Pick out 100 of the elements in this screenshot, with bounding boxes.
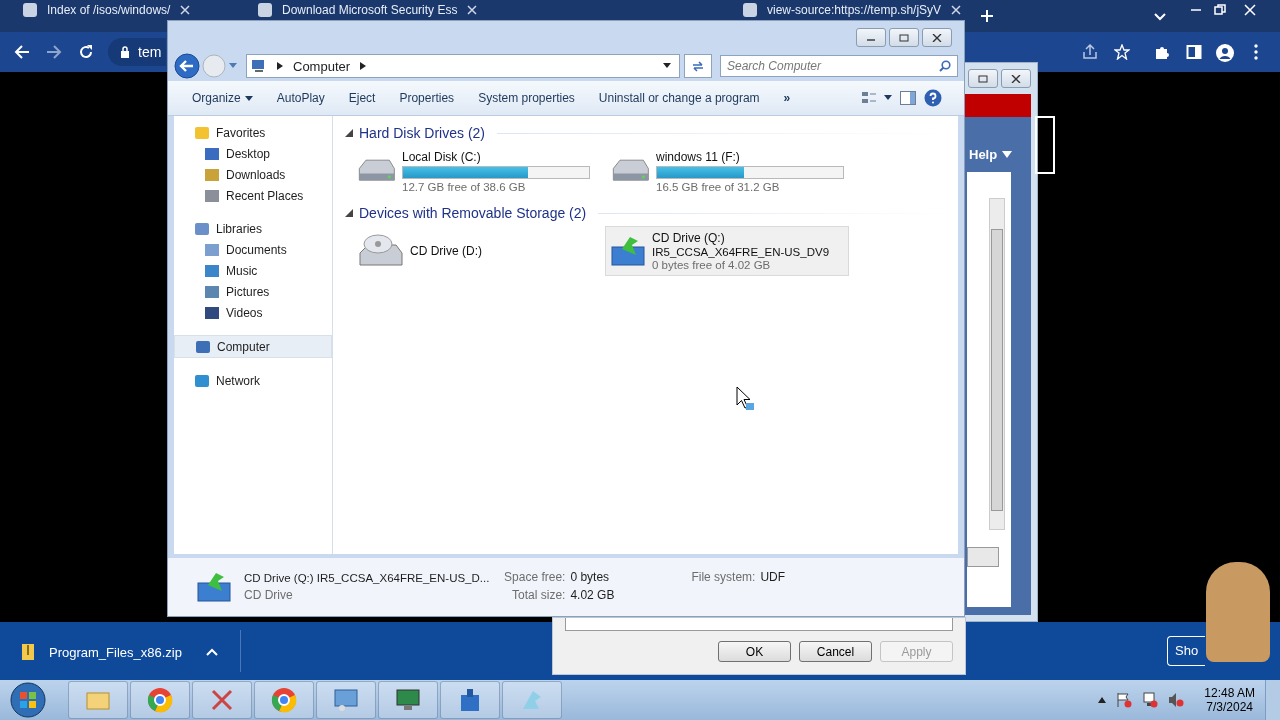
nav-item[interactable]: Desktop xyxy=(174,143,332,164)
nav-item[interactable]: Pictures xyxy=(174,281,332,302)
nav-item[interactable]: Computer xyxy=(174,335,332,358)
building-icon[interactable] xyxy=(440,681,500,719)
nav-item[interactable]: Favorites xyxy=(174,122,332,143)
more-commands-button[interactable]: » xyxy=(775,87,799,109)
network-icon[interactable] xyxy=(1142,692,1159,708)
speaker-icon[interactable] xyxy=(1168,692,1185,708)
browser-tab[interactable]: view-source:https://temp.sh/jSyV xyxy=(767,3,942,17)
show-hidden-icons-icon[interactable] xyxy=(1098,697,1107,703)
drive-tile[interactable]: CD Drive (Q:) IR5_CCSA_X64FRE_EN-US_DV9 0 bytes free of 4.02 GB xyxy=(605,226,849,276)
close-icon[interactable] xyxy=(467,5,478,15)
tab-favicon-icon xyxy=(23,3,37,17)
chevron-right-icon xyxy=(360,62,367,70)
close-icon[interactable] xyxy=(180,5,191,15)
flag-icon[interactable] xyxy=(1116,692,1133,708)
close-icon xyxy=(1011,74,1021,83)
dialog-button[interactable]: OK xyxy=(718,641,791,662)
search-field[interactable]: Search Computer xyxy=(720,55,958,77)
view-options-icon[interactable] xyxy=(862,91,892,105)
group-header[interactable]: Hard Disk Drives (2) xyxy=(359,125,485,141)
reload-icon[interactable] xyxy=(78,44,94,60)
help-menu[interactable]: Help xyxy=(969,147,998,162)
toolbar-menu[interactable]: Organize xyxy=(184,87,261,109)
toolbar-button[interactable]: Properties xyxy=(391,87,463,109)
help-icon[interactable] xyxy=(924,89,942,107)
toolbar-button[interactable]: AutoPlay xyxy=(268,87,333,109)
maximize-icon xyxy=(899,33,909,42)
input-field[interactable] xyxy=(565,618,953,631)
clock[interactable]: 12:48 AM 7/3/2024 xyxy=(1204,686,1255,714)
control-panel-icon[interactable] xyxy=(316,681,376,719)
nav-item[interactable]: Recent Places xyxy=(174,185,332,206)
dropdown-arrow-icon[interactable] xyxy=(228,62,238,70)
refresh-button[interactable] xyxy=(684,54,712,78)
property-label: Total size: xyxy=(511,588,566,602)
back-icon[interactable] xyxy=(174,53,200,79)
drive-name: CD Drive (D:) xyxy=(410,244,482,258)
browser-tab[interactable]: Index of /isos/windows/ xyxy=(47,3,171,17)
tab-favicon-icon xyxy=(743,3,757,17)
item-name: CD Drive (Q:) IR5_CCSA_X64FRE_EN-US_D... xyxy=(244,572,490,584)
zip-file-icon xyxy=(22,644,34,660)
scrollbar[interactable] xyxy=(989,198,1005,530)
close-button[interactable] xyxy=(922,28,952,47)
address-bar[interactable]: Computer xyxy=(246,54,680,78)
more-icon[interactable] xyxy=(1254,44,1258,60)
puzzle-icon[interactable] xyxy=(1154,44,1170,60)
property-value: UDF xyxy=(760,570,786,584)
address-field[interactable]: tem xyxy=(108,38,166,66)
caret-icon xyxy=(1002,151,1013,158)
share-icon[interactable] xyxy=(1082,44,1098,60)
nav-item[interactable]: Network xyxy=(174,370,332,391)
collapse-icon[interactable] xyxy=(345,129,353,137)
search-icon xyxy=(939,60,951,72)
collapse-icon[interactable] xyxy=(345,209,353,217)
show-all-button[interactable]: Sho xyxy=(1167,636,1205,666)
drive-tile[interactable]: windows 11 (F:) 16.5 GB free of 31.2 GB xyxy=(605,146,849,196)
volume-label: IR5_CCSA_X64FRE_EN-US_DV9 xyxy=(652,246,830,258)
download-item[interactable]: Program_Files_x86.zip xyxy=(49,645,182,660)
toolbar-button[interactable]: System properties xyxy=(470,87,583,109)
item-type: CD Drive xyxy=(244,588,293,602)
property-label: File system: xyxy=(691,570,756,584)
nav-item[interactable]: Documents xyxy=(174,239,332,260)
nav-item[interactable]: Downloads xyxy=(174,164,332,185)
close-icon xyxy=(932,33,942,42)
sidebar-icon[interactable] xyxy=(1186,44,1202,60)
drive-tile[interactable]: Local Disk (C:) 12.7 GB free of 38.6 GB xyxy=(351,146,595,196)
dropdown-arrow-icon xyxy=(663,63,671,69)
monitor-icon[interactable] xyxy=(378,681,438,719)
nav-item[interactable]: Libraries xyxy=(174,218,332,239)
preview-pane-icon[interactable] xyxy=(900,91,916,105)
toolbar-button[interactable]: Eject xyxy=(340,87,384,109)
new-tab-icon[interactable] xyxy=(980,9,994,23)
nav-item[interactable]: Videos xyxy=(174,302,332,323)
dialog-button[interactable]: Cancel xyxy=(799,641,872,662)
chevron-up-icon[interactable] xyxy=(206,648,218,656)
free-space: 12.7 GB free of 38.6 GB xyxy=(402,180,527,193)
free-space: 16.5 GB free of 31.2 GB xyxy=(656,180,781,193)
tab-favicon-icon xyxy=(258,3,272,17)
cursor-icon xyxy=(736,386,756,412)
drive-tile[interactable]: CD Drive (D:) xyxy=(351,226,595,276)
window-frame xyxy=(1035,116,1055,174)
profile-icon[interactable] xyxy=(1216,44,1234,62)
close-button[interactable] xyxy=(1001,69,1031,88)
chevron-down-icon[interactable] xyxy=(1154,13,1166,21)
lock-icon xyxy=(120,46,130,58)
drive-name: CD Drive (Q:) xyxy=(652,231,726,245)
forward-icon[interactable] xyxy=(46,44,62,60)
minimize-button[interactable] xyxy=(856,28,886,47)
chevron-right-icon xyxy=(277,62,283,70)
nav-item[interactable]: Music xyxy=(174,260,332,281)
close-icon[interactable] xyxy=(951,5,962,15)
property-label: Space free: xyxy=(503,570,566,584)
browser-icon[interactable] xyxy=(254,681,314,719)
restore-icon[interactable] xyxy=(1214,4,1226,16)
group-header[interactable]: Devices with Removable Storage (2) xyxy=(359,205,587,221)
toolbar-button[interactable]: Uninstall or change a program xyxy=(590,87,768,109)
start-button[interactable] xyxy=(10,682,46,718)
browser-tab[interactable]: Download Microsoft Security Ess xyxy=(282,3,458,17)
browser-icon[interactable] xyxy=(130,681,190,719)
restore-icon xyxy=(978,74,988,83)
